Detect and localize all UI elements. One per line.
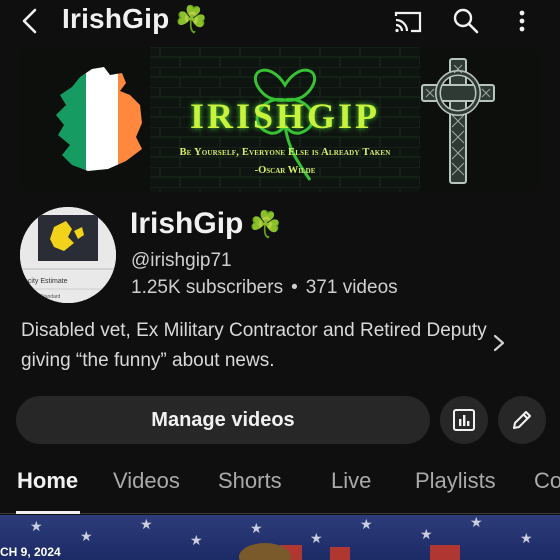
channel-banner: IRISHGIP Be Yourself, Everyone Else is A… <box>20 47 540 192</box>
channel-name: IrishGip ☘️ <box>130 207 282 241</box>
svg-text:★: ★ <box>30 518 43 534</box>
edit-channel-button[interactable] <box>498 396 546 444</box>
avatar-text-estimate: acity Estimate <box>24 278 68 285</box>
svg-text:★: ★ <box>190 532 203 548</box>
flags-background: ★ ★ ★ ★ ★ ★ ★ ★ ★ ★ <box>30 515 533 560</box>
tab-shorts[interactable]: Shorts <box>218 468 282 494</box>
channel-stats: 1.25K subscribers • 371 videos <box>131 277 398 299</box>
avatar-text-standard: Standard <box>40 294 61 300</box>
svg-text:★: ★ <box>80 528 93 544</box>
channel-handle: @irishgip71 <box>131 250 232 271</box>
channel-title-text: IrishGip <box>62 3 170 34</box>
svg-text:★: ★ <box>420 526 433 542</box>
thumbnail-date-text: CH 9, 2024 <box>0 545 61 559</box>
back-icon[interactable] <box>14 4 48 38</box>
avatar-map-graphic: acity Estimate Standard <box>20 207 116 303</box>
shamrock-icon: ☘️ <box>249 209 282 239</box>
tab-live[interactable]: Live <box>331 468 371 494</box>
banner-quote-author: -Oscar Wilde <box>254 165 316 176</box>
video-count: 371 videos <box>305 277 398 298</box>
channel-name-text: IrishGip <box>130 207 244 240</box>
shamrock-icon: ☘️ <box>175 4 208 34</box>
svg-text:★: ★ <box>310 530 323 546</box>
pencil-icon <box>513 411 531 429</box>
manage-videos-button[interactable]: Manage videos <box>16 396 430 444</box>
stats-separator: • <box>291 277 298 298</box>
channel-title: IrishGip ☘️ <box>62 3 208 35</box>
svg-text:★: ★ <box>360 516 373 532</box>
tab-home[interactable]: Home <box>17 468 78 494</box>
channel-avatar[interactable]: acity Estimate Standard <box>20 207 116 303</box>
svg-text:★: ★ <box>140 516 153 532</box>
analytics-button[interactable] <box>440 396 488 444</box>
analytics-icon <box>453 409 475 431</box>
tab-videos[interactable]: Videos <box>113 468 180 494</box>
channel-tabs: Home Videos Shorts Live Playlists Co <box>0 468 560 512</box>
ireland-flag-map-icon <box>56 67 142 171</box>
top-app-bar: IrishGip ☘️ <box>0 0 560 44</box>
subscriber-count: 1.25K subscribers <box>131 277 284 298</box>
active-tab-indicator <box>16 511 80 514</box>
tab-community[interactable]: Co <box>534 468 560 494</box>
search-icon[interactable] <box>450 5 482 37</box>
celtic-cross-icon <box>421 58 495 184</box>
cast-icon[interactable] <box>392 6 424 38</box>
svg-text:★: ★ <box>250 520 263 536</box>
banner-title: IRISHGIP <box>189 96 381 136</box>
more-vertical-icon[interactable] <box>506 5 538 37</box>
tab-playlists[interactable]: Playlists <box>415 468 496 494</box>
svg-text:★: ★ <box>470 515 483 530</box>
featured-video-thumbnail[interactable]: ★ ★ ★ ★ ★ ★ ★ ★ ★ ★ CH 9, 2024 <box>0 515 560 560</box>
banner-quote: Be Yourself, Everyone Else is Already Ta… <box>179 147 391 158</box>
channel-description[interactable]: Disabled vet, Ex Military Contractor and… <box>21 316 491 376</box>
chevron-right-icon[interactable] <box>488 331 510 355</box>
tabs-divider <box>0 513 560 514</box>
svg-text:★: ★ <box>520 530 533 546</box>
